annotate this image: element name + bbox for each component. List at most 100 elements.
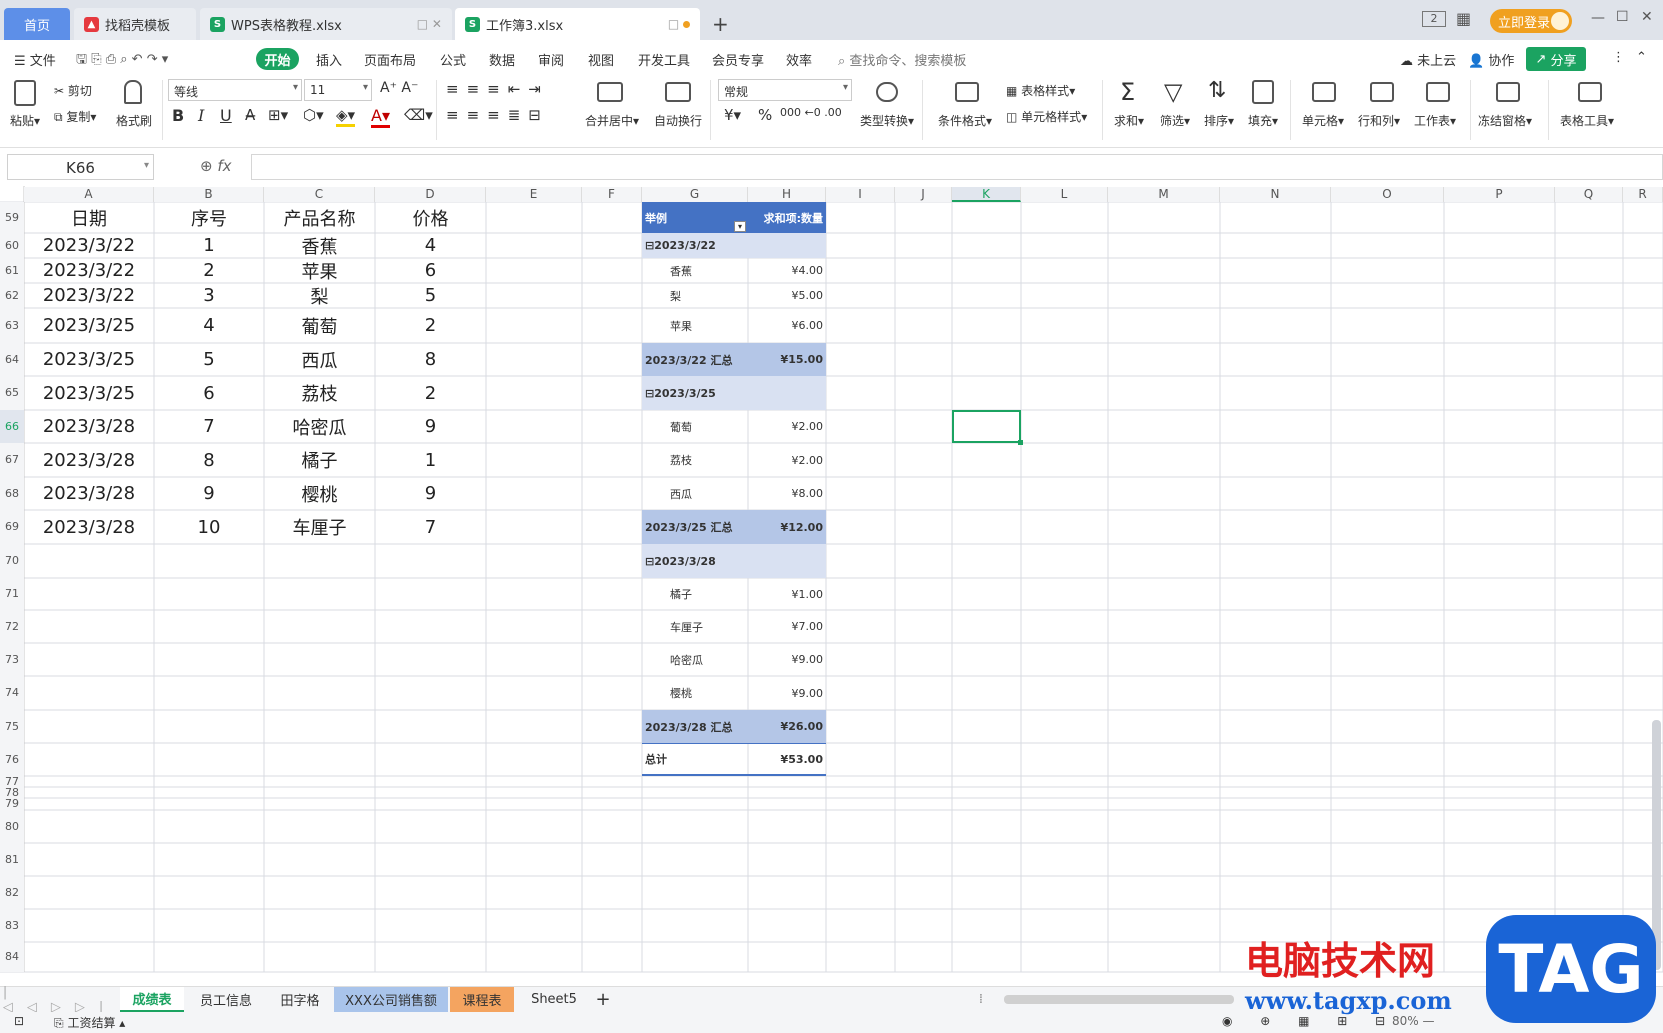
table-cell[interactable]: 香蕉 xyxy=(264,233,375,258)
sum-button[interactable]: 求和▾ xyxy=(1114,112,1144,129)
table-header-cell[interactable]: 序号 xyxy=(154,202,264,233)
pivot-item-value[interactable]: ¥2.00 xyxy=(748,443,826,477)
pivot-header-value[interactable]: 求和项:数量 xyxy=(748,202,826,233)
pivot-item-value[interactable]: ¥4.00 xyxy=(748,258,826,283)
underline-button[interactable]: U xyxy=(220,106,232,125)
page-count-icon[interactable]: 2 xyxy=(1422,11,1446,27)
minimize-icon[interactable]: — xyxy=(1591,10,1605,26)
menu-review[interactable]: 审阅 xyxy=(538,50,564,69)
grid-apps-icon[interactable]: ▦ xyxy=(1456,9,1471,28)
tab-workbook3[interactable]: S 工作簿3.xlsx □ xyxy=(455,8,700,40)
zoom-level[interactable]: 80% — xyxy=(1392,1014,1435,1028)
row-header-61[interactable]: 61 xyxy=(0,258,24,283)
table-header-cell[interactable]: 日期 xyxy=(24,202,154,233)
fill-handle[interactable] xyxy=(1018,440,1023,445)
filter-button[interactable]: 筛选▾ xyxy=(1160,112,1190,129)
row-header-68[interactable]: 68 xyxy=(0,477,24,510)
status-mode-icon[interactable]: ⊡ xyxy=(14,1014,24,1028)
column-header-M[interactable]: M xyxy=(1108,187,1220,202)
row-header-75[interactable]: 75 xyxy=(0,710,24,743)
table-cell[interactable]: 2 xyxy=(154,258,264,283)
table-cell[interactable]: 1 xyxy=(375,443,486,477)
worksheet-button[interactable]: 工作表▾ xyxy=(1414,112,1456,129)
table-cell[interactable]: 3 xyxy=(154,283,264,308)
column-header-Q[interactable]: Q xyxy=(1555,187,1623,202)
pivot-group-header[interactable]: ⊟2023/3/25 xyxy=(642,376,826,410)
table-cell[interactable]: 5 xyxy=(154,343,264,376)
cloud-status[interactable]: ☁ 未上云 xyxy=(1400,50,1456,69)
add-sheet-button[interactable]: + xyxy=(592,987,614,1012)
row-header-63[interactable]: 63 xyxy=(0,308,24,343)
table-cell[interactable]: 樱桃 xyxy=(264,477,375,510)
row-header-72[interactable]: 72 xyxy=(0,610,24,643)
cell-style-button[interactable]: ◫ 单元格样式▾ xyxy=(1006,108,1087,125)
italic-button[interactable]: I xyxy=(198,106,204,125)
menu-insert[interactable]: 插入 xyxy=(316,50,342,69)
number-format-select[interactable]: 常规 xyxy=(718,79,852,101)
table-cell[interactable]: 2 xyxy=(375,376,486,410)
merge-center-button[interactable]: 合并居中▾ xyxy=(585,112,639,129)
row-header-62[interactable]: 62 xyxy=(0,283,24,308)
column-header-N[interactable]: N xyxy=(1220,187,1331,202)
table-cell[interactable]: 7 xyxy=(375,510,486,544)
currency-button[interactable]: ¥▾ xyxy=(724,106,741,124)
column-header-R[interactable]: R xyxy=(1623,187,1663,202)
table-cell[interactable]: 橘子 xyxy=(264,443,375,477)
thousands-icon[interactable]: 000 ←0 .00 xyxy=(780,106,842,119)
split-icon[interactable]: ⁞ xyxy=(974,987,988,1012)
pivot-item-value[interactable]: ¥1.00 xyxy=(748,578,826,610)
column-header-O[interactable]: O xyxy=(1331,187,1444,202)
sort-button[interactable]: 排序▾ xyxy=(1204,112,1234,129)
paste-icon[interactable] xyxy=(14,80,36,106)
table-cell[interactable]: 7 xyxy=(154,410,264,443)
row-header-66[interactable]: 66 xyxy=(0,410,24,443)
sheet-tab-1[interactable]: 成绩表 xyxy=(120,987,184,1012)
table-cell[interactable]: 2023/3/28 xyxy=(24,443,154,477)
format-painter-button[interactable]: 格式刷 xyxy=(116,112,152,129)
table-tools-button[interactable]: 表格工具▾ xyxy=(1560,112,1614,129)
table-cell[interactable]: 梨 xyxy=(264,283,375,308)
table-cell[interactable]: 2023/3/22 xyxy=(24,283,154,308)
pivot-subtotal-value[interactable]: ¥15.00 xyxy=(748,343,826,376)
column-header-H[interactable]: H xyxy=(748,187,826,202)
table-cell[interactable]: 2023/3/22 xyxy=(24,233,154,258)
column-header-G[interactable]: G xyxy=(642,187,748,202)
selected-cell[interactable] xyxy=(952,410,1021,443)
menu-efficiency[interactable]: 效率 xyxy=(786,50,812,69)
row-col-button[interactable]: 行和列▾ xyxy=(1358,112,1400,129)
cell-button[interactable]: 单元格▾ xyxy=(1302,112,1344,129)
login-button[interactable]: 立即登录 xyxy=(1490,9,1572,33)
table-cell[interactable]: 6 xyxy=(375,258,486,283)
pivot-subtotal-value[interactable]: ¥12.00 xyxy=(748,510,826,544)
table-cell[interactable]: 2023/3/25 xyxy=(24,343,154,376)
table-cell[interactable]: 荔枝 xyxy=(264,376,375,410)
sheet-tab-5[interactable]: 课程表 xyxy=(450,987,514,1012)
pivot-group-header[interactable]: ⊟2023/3/22 xyxy=(642,233,826,258)
menu-page-layout[interactable]: 页面布局 xyxy=(364,50,416,69)
menu-start[interactable]: 开始 xyxy=(256,48,299,70)
menu-file[interactable]: ☰ 文件 xyxy=(14,50,56,69)
row-header-82[interactable]: 82 xyxy=(0,876,24,909)
pivot-item-value[interactable]: ¥6.00 xyxy=(748,308,826,343)
row-header-81[interactable]: 81 xyxy=(0,843,24,876)
copy-button[interactable]: ⧉ 复制▾ xyxy=(54,108,96,125)
table-cell[interactable]: 10 xyxy=(154,510,264,544)
horizontal-scrollbar[interactable] xyxy=(1004,995,1234,1004)
pivot-total-value[interactable]: ¥53.00 xyxy=(748,743,826,776)
row-header-74[interactable]: 74 xyxy=(0,676,24,710)
table-cell[interactable]: 2023/3/25 xyxy=(24,376,154,410)
row-header-79[interactable]: 79 xyxy=(0,798,24,810)
row-header-73[interactable]: 73 xyxy=(0,643,24,676)
type-convert-button[interactable]: 类型转换▾ xyxy=(860,112,914,129)
paste-button[interactable]: 粘贴▾ xyxy=(10,112,40,129)
wrap-text-button[interactable]: 自动换行 xyxy=(654,112,702,129)
collapse-ribbon-icon[interactable]: ⌃ xyxy=(1636,50,1647,65)
column-header-A[interactable]: A xyxy=(24,187,154,202)
table-cell[interactable]: 哈密瓜 xyxy=(264,410,375,443)
fill-color-icon[interactable]: ◈▾ xyxy=(336,106,356,127)
font-color-button[interactable]: A▾ xyxy=(371,106,390,128)
column-header-E[interactable]: E xyxy=(486,187,582,202)
table-cell[interactable]: 9 xyxy=(375,477,486,510)
table-cell[interactable]: 4 xyxy=(154,308,264,343)
collab-button[interactable]: 👤 协作 xyxy=(1468,50,1514,69)
